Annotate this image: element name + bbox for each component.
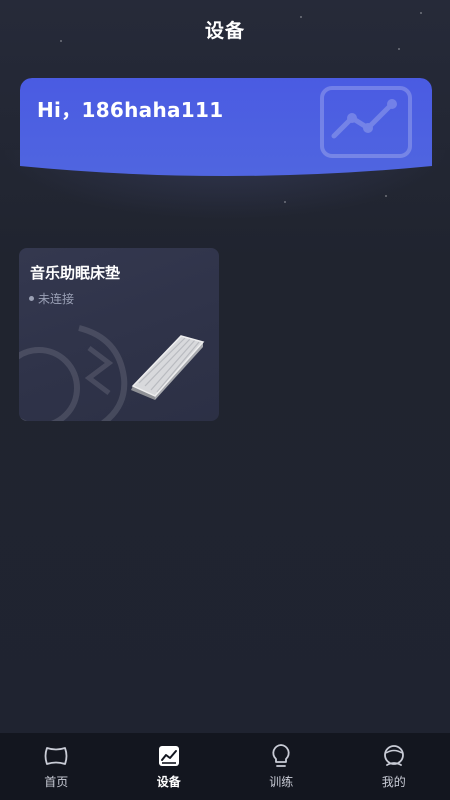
user-greeting: Hi，186haha111 — [37, 98, 224, 122]
tab-device[interactable]: 设备 — [113, 733, 226, 800]
status-dot-icon — [29, 296, 34, 301]
chart-board-icon — [320, 86, 412, 158]
tab-device-label: 设备 — [156, 775, 181, 789]
tab-profile[interactable]: 我的 — [338, 733, 450, 800]
home-icon — [43, 743, 69, 769]
mattress-icon — [131, 335, 205, 400]
tab-home[interactable]: 首页 — [0, 733, 113, 800]
device-status: 未连接 — [38, 292, 75, 306]
device-chart-icon — [156, 743, 182, 769]
page-title: 设备 — [204, 20, 245, 42]
tab-training-label: 训练 — [269, 775, 294, 789]
device-card-mattress[interactable]: 音乐助眠床垫 未连接 — [19, 248, 219, 421]
tab-training[interactable]: 训练 — [225, 733, 338, 800]
device-name: 音乐助眠床垫 — [30, 264, 121, 282]
profile-icon — [381, 743, 407, 769]
tab-home-label: 首页 — [44, 775, 69, 789]
tab-profile-label: 我的 — [381, 775, 406, 789]
lightbulb-icon — [268, 743, 294, 769]
device-screen: 设备 Hi，186haha111 音乐助眠床垫 未连接 首页 设备 训练 我的 — [0, 0, 450, 800]
bottom-tab-bar: 首页 设备 训练 我的 — [0, 733, 450, 800]
